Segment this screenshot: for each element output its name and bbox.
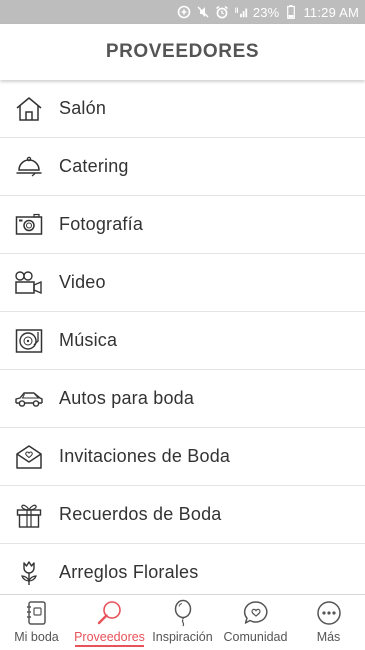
tab-label: Comunidad bbox=[223, 630, 288, 644]
category-item-recuerdos[interactable]: Recuerdos de Boda bbox=[0, 486, 365, 544]
category-item-fotografia[interactable]: Fotografía bbox=[0, 196, 365, 254]
category-item-arreglos-florales[interactable]: Arreglos Florales bbox=[0, 544, 365, 594]
category-item-invitaciones[interactable]: Invitaciones de Boda bbox=[0, 428, 365, 486]
tab-comunidad[interactable]: Comunidad bbox=[219, 595, 292, 650]
status-bar: 23% 11:29 AM bbox=[0, 0, 365, 24]
tab-label: Mi boda bbox=[14, 630, 59, 644]
tab-mas[interactable]: Más bbox=[292, 595, 365, 650]
camera-icon bbox=[14, 210, 44, 240]
video-camera-icon bbox=[14, 268, 44, 298]
data-saver-icon bbox=[177, 5, 191, 19]
tab-label: Inspiración bbox=[152, 630, 213, 644]
tab-inspiracion[interactable]: Inspiración bbox=[146, 595, 219, 650]
tulip-icon bbox=[14, 558, 44, 588]
tab-proveedores[interactable]: Proveedores bbox=[73, 595, 146, 650]
mute-icon bbox=[196, 5, 210, 19]
category-label: Autos para boda bbox=[59, 388, 195, 408]
category-item-video[interactable]: Video bbox=[0, 254, 365, 312]
category-item-autos[interactable]: Autos para boda bbox=[0, 370, 365, 428]
bottom-nav: Mi boda Proveedores Inspiración Comunida… bbox=[0, 594, 365, 650]
category-label: Video bbox=[59, 272, 106, 292]
category-label: Catering bbox=[59, 156, 129, 176]
category-item-salon[interactable]: Salón bbox=[0, 80, 365, 138]
balloon-icon bbox=[169, 599, 197, 627]
tab-label: Más bbox=[316, 630, 341, 644]
battery-percent: 23% bbox=[252, 4, 280, 20]
category-label: Salón bbox=[59, 98, 107, 118]
category-label: Fotografía bbox=[59, 214, 144, 234]
envelope-heart-icon bbox=[14, 442, 44, 472]
category-label: Arreglos Florales bbox=[59, 562, 199, 582]
gift-icon bbox=[14, 500, 44, 530]
active-tab-indicator bbox=[75, 645, 144, 647]
clock: 11:29 AM bbox=[303, 4, 359, 20]
more-dots-icon bbox=[315, 599, 343, 627]
car-icon bbox=[14, 384, 44, 414]
tab-label: Proveedores bbox=[74, 630, 145, 644]
cloche-icon bbox=[14, 152, 44, 182]
app-header: PROVEEDORES bbox=[0, 24, 365, 80]
turntable-icon bbox=[14, 326, 44, 356]
alarm-icon bbox=[215, 5, 229, 19]
notebook-icon bbox=[23, 599, 51, 627]
category-list: Salón Catering Fotografía Video Música A… bbox=[0, 80, 365, 594]
page-title: PROVEEDORES bbox=[105, 41, 260, 62]
magnifier-icon bbox=[96, 599, 124, 627]
category-label: Recuerdos de Boda bbox=[59, 504, 222, 524]
category-item-catering[interactable]: Catering bbox=[0, 138, 365, 196]
category-label: Música bbox=[59, 330, 118, 350]
category-label: Invitaciones de Boda bbox=[59, 446, 231, 466]
tab-mi-boda[interactable]: Mi boda bbox=[0, 595, 73, 650]
house-icon bbox=[14, 94, 44, 124]
signal-4g-icon bbox=[234, 5, 248, 19]
battery-icon bbox=[284, 5, 298, 19]
chat-heart-icon bbox=[242, 599, 270, 627]
category-item-musica[interactable]: Música bbox=[0, 312, 365, 370]
